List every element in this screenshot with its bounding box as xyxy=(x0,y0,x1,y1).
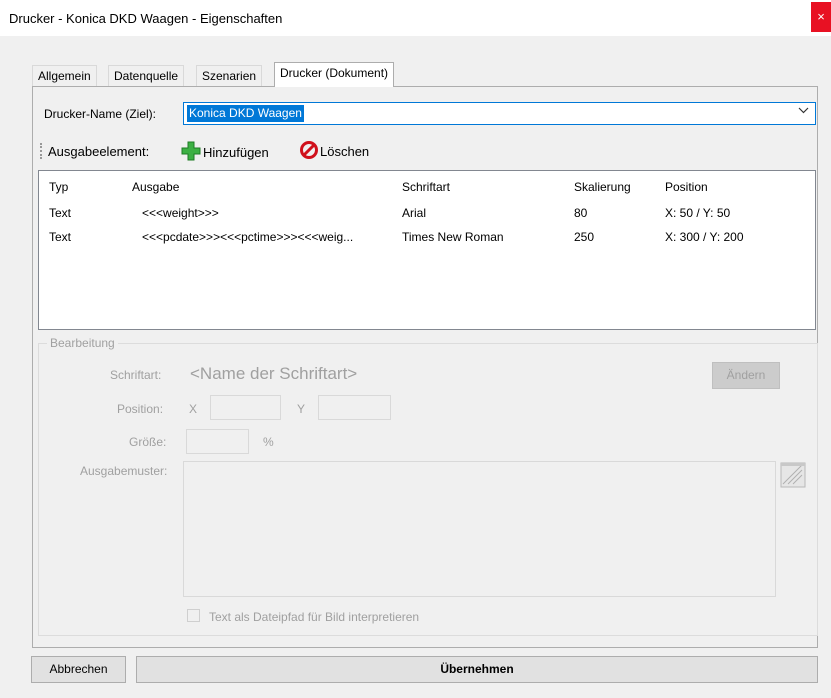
cancel-button[interactable]: Abbrechen xyxy=(31,656,126,683)
edit-group-legend: Bearbeitung xyxy=(47,336,118,350)
delete-button[interactable]: Löschen xyxy=(300,141,369,161)
title-bar: Drucker - Konica DKD Waagen - Eigenschaf… xyxy=(0,0,831,36)
x-label: X xyxy=(189,402,198,416)
column-header-ausgabe[interactable]: Ausgabe xyxy=(132,180,179,194)
tab-szenarien[interactable]: Szenarien xyxy=(196,65,263,86)
pattern-label: Ausgabemuster: xyxy=(80,464,168,478)
column-header-schriftart[interactable]: Schriftart xyxy=(402,180,450,194)
close-icon: × xyxy=(817,9,825,24)
add-button-label: Hinzufügen xyxy=(203,145,269,160)
cell-typ: Text xyxy=(49,206,72,220)
delete-button-label: Löschen xyxy=(320,144,370,159)
image-path-checkbox[interactable] xyxy=(187,609,200,622)
prohibited-icon xyxy=(300,141,318,162)
printer-name-label: Drucker-Name (Ziel): xyxy=(44,107,157,121)
cell-typ: Text xyxy=(49,230,72,244)
pattern-textarea[interactable] xyxy=(183,461,776,597)
column-header-position[interactable]: Position xyxy=(665,180,708,194)
column-header-skalierung[interactable]: Skalierung xyxy=(574,180,631,194)
cell-ausgabe: <<<weight>>> xyxy=(142,206,219,220)
size-label: Größe: xyxy=(129,435,167,449)
tab-allgemein[interactable]: Allgemein xyxy=(32,65,97,86)
tab-datenquelle[interactable]: Datenquelle xyxy=(108,65,185,86)
printer-name-select[interactable]: Konica DKD Waagen xyxy=(183,102,816,125)
cell-schriftart: Times New Roman xyxy=(402,230,504,244)
cell-position: X: 50 / Y: 50 xyxy=(665,206,731,220)
y-label: Y xyxy=(297,402,306,416)
add-button[interactable]: Hinzufügen xyxy=(181,141,269,161)
cell-schriftart: Arial xyxy=(402,206,427,220)
output-elements-list[interactable]: Typ Ausgabe Schriftart Skalierung Positi… xyxy=(38,170,816,330)
column-header-typ[interactable]: Typ xyxy=(49,180,68,194)
font-label: Schriftart: xyxy=(110,368,162,382)
change-button[interactable]: Ändern xyxy=(712,362,780,389)
window-title: Drucker - Konica DKD Waagen - Eigenschaf… xyxy=(9,11,283,26)
image-path-checkbox-label: Text als Dateipfad für Bild interpretier… xyxy=(209,610,420,624)
x-input[interactable] xyxy=(210,395,281,420)
y-input[interactable] xyxy=(318,395,391,420)
tab-drucker-dokument[interactable]: Drucker (Dokument) xyxy=(274,62,395,87)
edit-pattern-icon[interactable] xyxy=(780,462,806,491)
size-unit: % xyxy=(263,435,274,449)
cell-skalierung: 250 xyxy=(574,230,595,244)
cell-skalierung: 80 xyxy=(574,206,588,220)
cell-position: X: 300 / Y: 200 xyxy=(665,230,744,244)
toolbar-grip[interactable] xyxy=(40,143,44,159)
chevron-down-icon[interactable] xyxy=(798,105,809,117)
toolbar-label: Ausgabeelement: xyxy=(48,144,150,159)
size-input[interactable] xyxy=(186,429,249,454)
printer-name-value: Konica DKD Waagen xyxy=(187,105,304,122)
output-toolbar: Ausgabeelement: Hinzufügen Löschen xyxy=(38,138,816,166)
plus-icon xyxy=(181,141,201,164)
font-name-value: <Name der Schriftart> xyxy=(190,364,358,383)
apply-button[interactable]: Übernehmen xyxy=(136,656,818,683)
position-label: Position: xyxy=(117,402,164,416)
cell-ausgabe: <<<pcdate>>><<<pctime>>><<<weig... xyxy=(142,230,354,244)
close-button[interactable]: × xyxy=(811,2,831,32)
